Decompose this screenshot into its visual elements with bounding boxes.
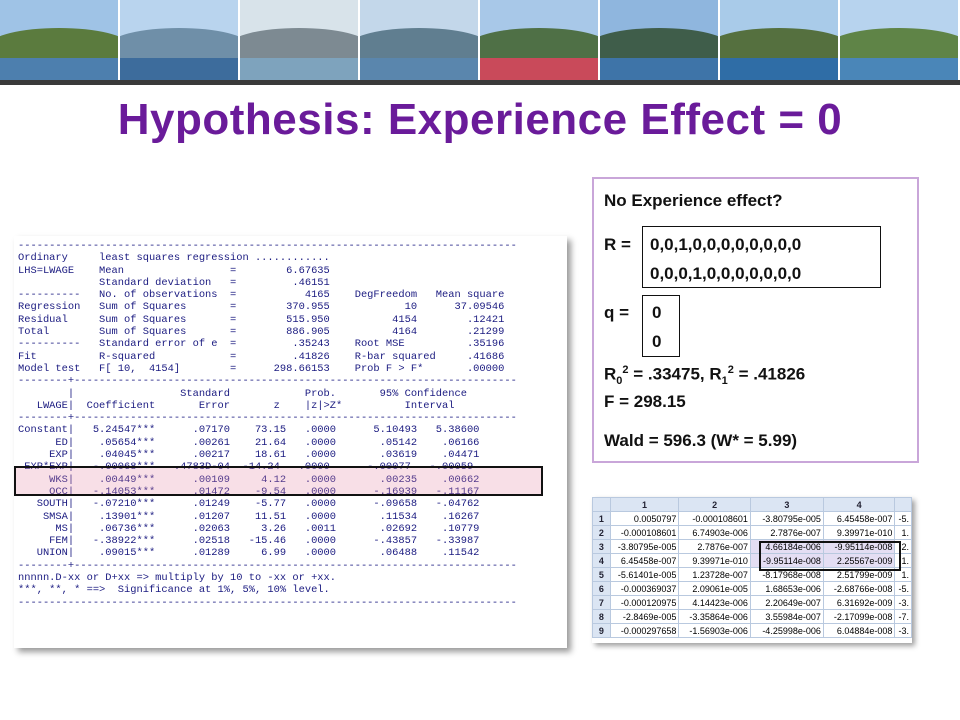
matrix-row: 6 -0.000369037 2.09061e-005 1.68653e-006 -2.… <box>592 581 912 596</box>
matrix-cell[interactable]: 6.45458e-007 <box>822 511 896 526</box>
matrix-cell[interactable]: -1.56903e-006 <box>678 623 751 638</box>
matrix-cell[interactable]: 6.04884e-008 <box>822 623 896 638</box>
matrix-row: 9 -0.000297658 -1.56903e-006 -4.25998e-006 6… <box>592 623 912 638</box>
matrix-header-row: 1234 <box>592 497 912 512</box>
matrix-row-header[interactable]: 2 <box>592 525 611 540</box>
r-label: R = <box>604 235 631 254</box>
matrix-row-header[interactable]: 5 <box>592 567 611 582</box>
matrix-row-header[interactable]: 9 <box>592 623 611 638</box>
matrix-cell[interactable]: -0.000120975 <box>609 595 680 610</box>
hilltop-village-photo <box>0 0 120 80</box>
matrix-cell[interactable]: -0.000108601 <box>678 511 751 526</box>
matrix-row: 8 -2.8469e-005 -3.35864e-006 3.55984e-007 -2… <box>592 609 912 624</box>
matrix-cell[interactable]: -2.17099e-008 <box>822 609 896 624</box>
matrix-cell[interactable]: 6.45458e-007 <box>609 553 680 568</box>
matrix-row: 7 -0.000120975 4.14423e-006 2.20649e-007 6.3… <box>592 595 912 610</box>
matrix-cell[interactable]: -3.80795e-005 <box>609 539 680 554</box>
matrix-cell[interactable]: 1. <box>894 525 912 540</box>
matrix-row: 2 -0.000108601 6.74903e-006 2.7876e-007 9.39… <box>592 525 912 540</box>
bench-by-lake-photo <box>840 0 960 80</box>
matrix-cell[interactable]: -7. <box>894 609 912 624</box>
matrix-cell[interactable]: -3.35864e-006 <box>678 609 751 624</box>
wald-statistic-line: Wald = 596.3 (W* = 5.99) <box>604 431 798 450</box>
matrix-cell[interactable]: -3.80795e-005 <box>749 511 824 526</box>
matrix-column-header[interactable]: 1 <box>609 497 680 512</box>
matrix-cell[interactable]: -0.000297658 <box>609 623 680 638</box>
mountain-bay-photo <box>600 0 720 80</box>
matrix-cell[interactable]: -4.25998e-006 <box>749 623 824 638</box>
matrix-cell[interactable]: 9.39971e-010 <box>678 553 751 568</box>
regression-output-panel: ----------------------------------------… <box>14 236 567 648</box>
q-label: q = <box>604 303 630 322</box>
matrix-row-header[interactable]: 3 <box>592 539 611 554</box>
lakeside-town-photo <box>360 0 480 80</box>
matrix-cell[interactable]: 1.23728e-007 <box>678 567 751 582</box>
matrix-column-header[interactable] <box>592 497 611 512</box>
matrix-column-header[interactable]: 2 <box>678 497 751 512</box>
matrix-cell[interactable]: 3.55984e-007 <box>749 609 824 624</box>
matrix-cell[interactable]: -3. <box>894 595 912 610</box>
matrix-cell[interactable]: 2.7876e-007 <box>749 525 824 540</box>
matrix-row-header[interactable]: 4 <box>592 553 611 568</box>
matrix-cell[interactable]: -0.000369037 <box>609 581 680 596</box>
matrix-cell[interactable]: -3. <box>894 623 912 638</box>
matrix-cell[interactable]: 6.31692e-009 <box>822 595 896 610</box>
matrix-cell[interactable]: 4.14423e-006 <box>678 595 751 610</box>
lake-view-photo <box>720 0 840 80</box>
matrix-row: 1 0.0050797 -0.000108601 -3.80795e-005 6.454… <box>592 511 912 526</box>
matrix-cell[interactable]: 1.68653e-006 <box>749 581 824 596</box>
r-squared-line: R02 = .33475, R12 = .41826 <box>604 364 806 388</box>
mountain-lake-photo <box>120 0 240 80</box>
matrix-cell[interactable]: -5. <box>894 511 912 526</box>
banner-divider <box>0 80 960 85</box>
matrix-row-header[interactable]: 7 <box>592 595 611 610</box>
matrix-cell[interactable]: 2.20649e-007 <box>749 595 824 610</box>
matrix-row-header[interactable]: 8 <box>592 609 611 624</box>
matrix-cell[interactable]: 9.39971e-010 <box>822 525 896 540</box>
covariance-matrix-sheet: 1 2 3 4 1 0.0050797 -0.000108601 -3.80795e-005 6… <box>592 497 912 643</box>
matrix-column-header[interactable] <box>894 497 912 512</box>
regression-output-text: ----------------------------------------… <box>18 240 517 609</box>
matrix-cell[interactable]: 6.74903e-006 <box>678 525 751 540</box>
matrix-cell[interactable]: 2.7876e-007 <box>678 539 751 554</box>
matrix-cell[interactable]: -2.68766e-008 <box>822 581 896 596</box>
matrix-cell[interactable]: 2.09061e-005 <box>678 581 751 596</box>
photo-banner <box>0 0 960 80</box>
matrix-cell[interactable]: -0.000108601 <box>609 525 680 540</box>
matrix-cell[interactable]: -5.61401e-005 <box>609 567 680 582</box>
hypothesis-heading: No Experience effect? <box>604 191 783 210</box>
exp-covariance-highlight <box>759 541 901 571</box>
q-vector-box <box>642 295 680 357</box>
matrix-row-header[interactable]: 6 <box>592 581 611 596</box>
flower-garden-photo <box>480 0 600 80</box>
exp-coefficients-highlight <box>14 466 543 496</box>
f-statistic-line: F = 298.15 <box>604 392 686 411</box>
matrix-cell[interactable]: -2.8469e-005 <box>609 609 680 624</box>
matrix-column-header[interactable]: 4 <box>822 497 896 512</box>
matrix-column-header[interactable]: 3 <box>749 497 824 512</box>
matrix-cell[interactable]: -5. <box>894 581 912 596</box>
matrix-row-header[interactable]: 1 <box>592 511 611 526</box>
r-matrix-box <box>642 226 881 288</box>
matrix-cell[interactable]: 0.0050797 <box>609 511 680 526</box>
slide-title: Hypothesis: Experience Effect = 0 <box>117 95 843 144</box>
lakeside-promenade-photo <box>240 0 360 80</box>
